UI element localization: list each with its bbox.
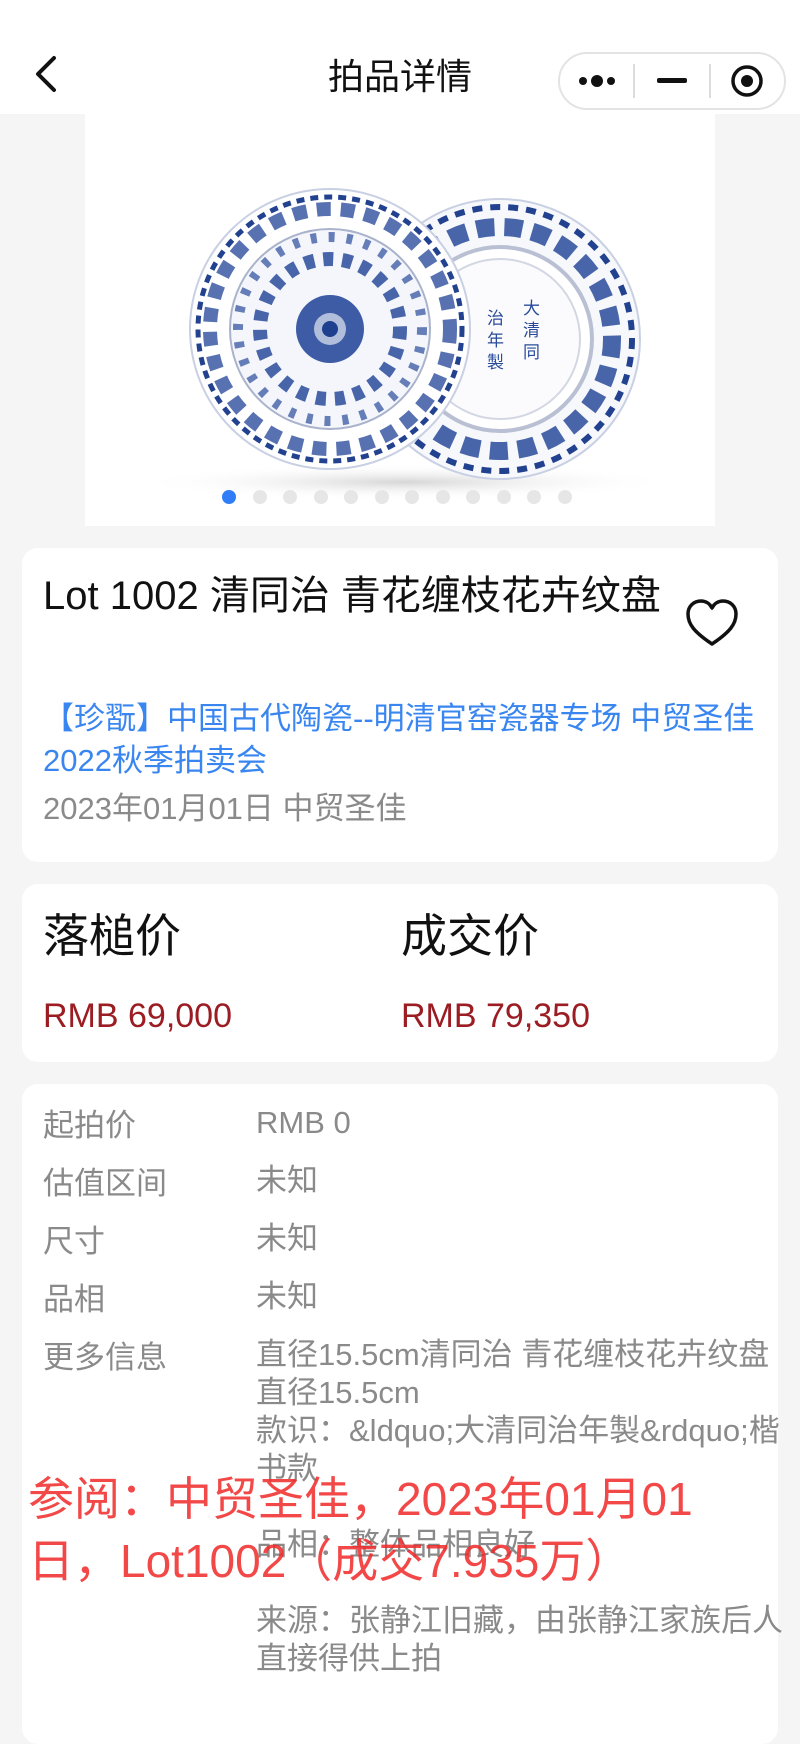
minimize-button[interactable] — [635, 54, 708, 108]
lot-details-card: 起拍价 RMB 0 估值区间 未知 尺寸 未知 品相 未知 更多信息 直径15.… — [22, 1084, 783, 1744]
favorite-button[interactable] — [682, 594, 742, 654]
more-info-text: 直径15.5cm清同治 青花缠枝花卉纹盘 直径15.5cm 款识：&ldquo;… — [256, 1337, 783, 1676]
svg-text:年: 年 — [487, 331, 504, 351]
detail-label: 品相 — [43, 1282, 105, 1317]
detail-value: RMB 0 — [256, 1105, 351, 1140]
deal-price-label: 成交价 — [401, 910, 539, 962]
more-button[interactable] — [560, 54, 633, 108]
target-icon — [731, 65, 764, 97]
svg-text:治: 治 — [487, 309, 504, 329]
lot-title: Lot 1002 清同治 青花缠枝花卉纹盘 — [43, 574, 661, 618]
carousel-dot[interactable] — [313, 490, 328, 504]
auction-session-link[interactable]: 【珍翫】中国古代陶瓷--明清官窑瓷器专场 中贸圣佳2022秋季拍卖会 — [43, 698, 763, 782]
svg-text:製: 製 — [487, 353, 504, 373]
carousel-indicator — [0, 490, 800, 508]
carousel-dot[interactable] — [557, 490, 572, 504]
deal-price-block: 成交价 RMB 79,350 — [401, 906, 590, 1038]
detail-value: 未知 — [256, 1163, 318, 1198]
hammer-price-label: 落槌价 — [43, 910, 181, 962]
close-miniprogram-button[interactable] — [711, 54, 784, 108]
auction-date-house: 2023年01月01日 中贸圣佳 — [43, 791, 407, 826]
carousel-dot[interactable] — [374, 490, 389, 504]
carousel-dot-active[interactable] — [222, 490, 236, 504]
hammer-price-block: 落槌价 RMB 69,000 — [43, 906, 232, 1038]
detail-value: 未知 — [256, 1221, 318, 1256]
heart-icon — [686, 599, 738, 646]
minimize-icon — [656, 78, 687, 83]
deal-price-value: RMB 79,350 — [401, 997, 590, 1035]
lot-image-carousel[interactable]: 大清同 治年製 — [85, 114, 715, 526]
porcelain-dishes-image: 大清同 治年製 — [135, 188, 675, 500]
carousel-dot[interactable] — [466, 490, 480, 504]
price-card: 落槌价 RMB 69,000 成交价 RMB 79,350 — [22, 884, 778, 1062]
svg-text:清: 清 — [523, 321, 540, 341]
svg-text:大: 大 — [523, 299, 540, 319]
detail-label: 尺寸 — [43, 1224, 105, 1259]
miniprogram-capsule — [558, 52, 786, 110]
detail-value: 未知 — [256, 1279, 318, 1314]
carousel-dot[interactable] — [496, 490, 511, 504]
top-navbar: 拍品详情 — [0, 0, 800, 114]
carousel-dot[interactable] — [252, 490, 267, 504]
detail-label: 更多信息 — [43, 1340, 167, 1375]
more-dots-icon — [578, 75, 615, 87]
carousel-dot[interactable] — [527, 490, 541, 504]
lot-title-card: Lot 1002 清同治 青花缠枝花卉纹盘 【珍翫】中国古代陶瓷--明清官窑瓷器… — [22, 548, 778, 862]
detail-label: 起拍价 — [43, 1108, 136, 1143]
carousel-dot[interactable] — [344, 490, 358, 504]
carousel-dot[interactable] — [435, 490, 450, 504]
detail-label: 估值区间 — [43, 1166, 167, 1201]
carousel-dot[interactable] — [283, 490, 297, 504]
svg-text:同: 同 — [523, 343, 540, 363]
hammer-price-value: RMB 69,000 — [43, 997, 232, 1035]
carousel-dot[interactable] — [405, 490, 419, 504]
